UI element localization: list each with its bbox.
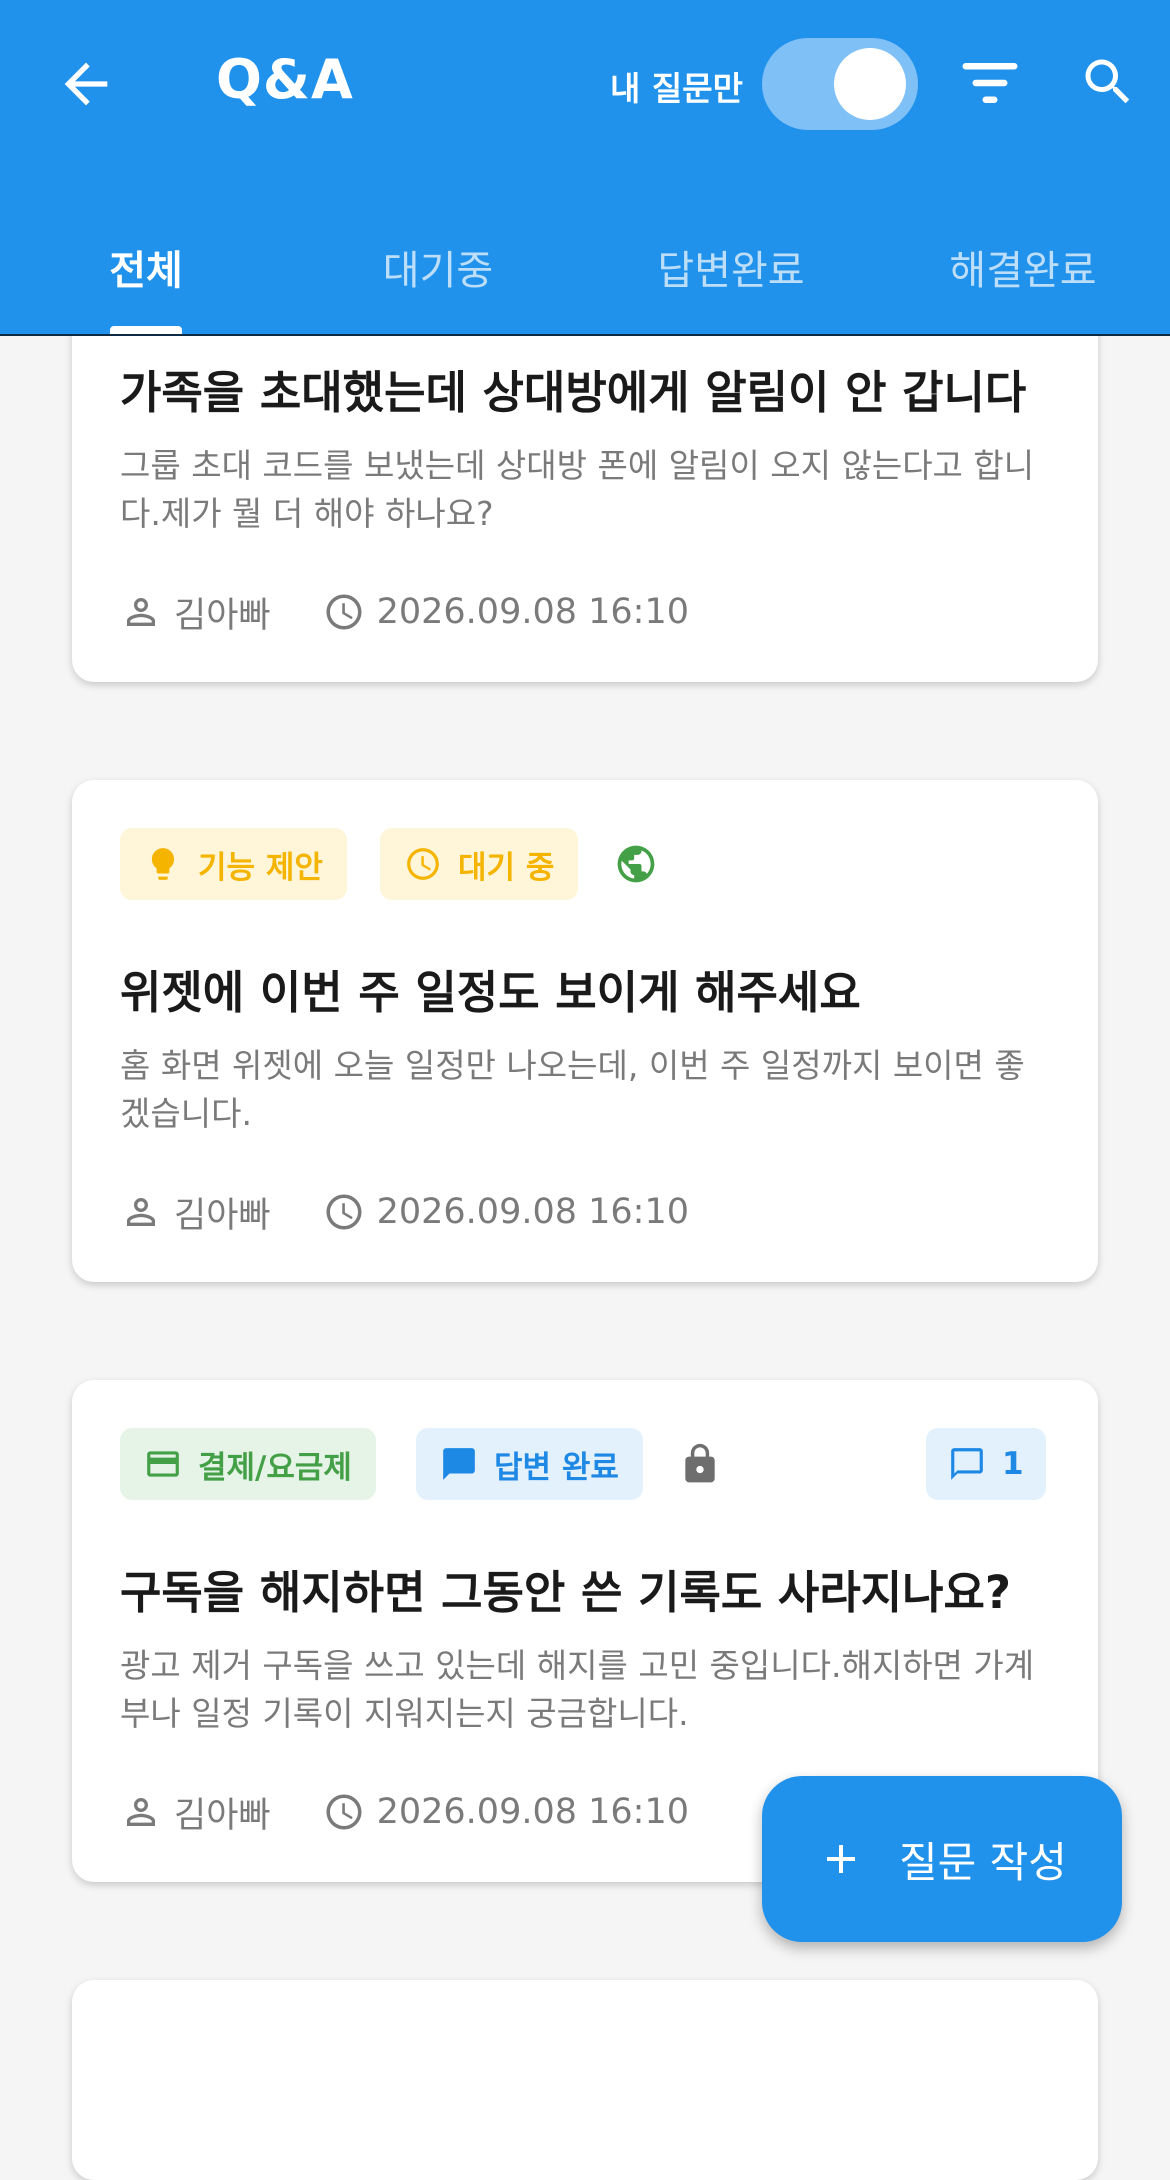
post-datetime: 2026.09.08 16:10	[376, 1192, 689, 1232]
my-questions-toggle[interactable]	[762, 38, 918, 130]
category-label: 기능 제안	[198, 849, 323, 886]
globe-icon	[617, 845, 655, 883]
question-meta: 김아빠 2026.09.08 16:10	[120, 588, 689, 636]
person-icon	[127, 598, 155, 626]
status-label: 답변 완료	[494, 1449, 619, 1486]
post-datetime: 2026.09.08 16:10	[376, 1792, 689, 1832]
question-title: 가족을 초대했는데 상대방에게 알림이 안 갑니다	[120, 366, 1027, 419]
tab-indicator	[110, 326, 182, 334]
author-name: 김아빠	[174, 1195, 271, 1236]
question-card[interactable]	[72, 1980, 1098, 2180]
question-card[interactable]: 기능 제안 대기 중 위젯에 이번 주 일정도 보이게 해주세요 홈 화면 위젯…	[72, 780, 1098, 1282]
clock-icon	[326, 1794, 362, 1830]
my-questions-label: 내 질문만	[610, 69, 743, 108]
question-meta: 김아빠 2026.09.08 16:10	[120, 1788, 689, 1836]
status-tabs: 전체 대기중 답변완료 해결완료	[0, 220, 1170, 334]
status-chip: 대기 중	[380, 828, 579, 900]
person-icon	[127, 1198, 155, 1226]
clock-icon	[326, 1194, 362, 1230]
status-chip: 답변 완료	[416, 1428, 643, 1500]
comment-count: 1	[1002, 1446, 1024, 1482]
category-label: 결제/요금제	[198, 1449, 352, 1486]
write-question-button[interactable]: 질문 작성	[762, 1776, 1122, 1942]
clock-icon	[407, 848, 439, 880]
plus-icon	[827, 1845, 856, 1873]
question-card[interactable]: 가족을 초대했는데 상대방에게 알림이 안 갑니다 그룹 초대 코드를 보냈는데…	[72, 300, 1098, 682]
toggle-knob	[834, 48, 906, 120]
back-arrow-icon[interactable]	[54, 52, 118, 116]
tab-all[interactable]: 전체	[0, 238, 292, 296]
comment-icon	[951, 1448, 983, 1480]
question-preview: 그룹 초대 코드를 보냈는데 상대방 폰에 알림이 오지 않는다고 합니다.제가…	[120, 446, 1035, 533]
question-title: 구독을 해지하면 그동안 쓴 기록도 사라지나요?	[120, 1566, 1012, 1619]
chat-bubble-icon	[443, 1448, 475, 1480]
search-icon[interactable]	[1078, 52, 1138, 112]
page-title: Q&A	[216, 48, 354, 111]
app-bar: Q&A 내 질문만 전체 대기중 답변완료 해결완료	[0, 0, 1170, 336]
comment-count-badge: 1	[926, 1428, 1046, 1500]
question-meta: 김아빠 2026.09.08 16:10	[120, 1188, 689, 1236]
filter-icon[interactable]	[960, 58, 1020, 108]
person-icon	[127, 1798, 155, 1826]
status-label: 대기 중	[458, 849, 555, 886]
credit-card-icon	[147, 1451, 179, 1477]
question-preview: 홈 화면 위젯에 오늘 일정만 나오는데, 이번 주 일정까지 보이면 좋겠습니…	[120, 1046, 1025, 1133]
lock-icon	[685, 1443, 715, 1483]
write-question-label: 질문 작성	[899, 1837, 1067, 1887]
tab-resolved[interactable]: 해결완료	[877, 238, 1169, 296]
clock-icon	[326, 594, 362, 630]
category-chip: 기능 제안	[120, 828, 347, 900]
category-chip: 결제/요금제	[120, 1428, 376, 1500]
question-preview: 광고 제거 구독을 쓰고 있는데 해지를 고민 중입니다.해지하면 가계부나 일…	[120, 1646, 1035, 1733]
tab-waiting[interactable]: 대기중	[292, 238, 584, 296]
author-name: 김아빠	[174, 1795, 271, 1836]
lightbulb-icon	[151, 848, 175, 880]
tab-answered[interactable]: 답변완료	[585, 238, 877, 296]
question-title: 위젯에 이번 주 일정도 보이게 해주세요	[120, 966, 861, 1019]
post-datetime: 2026.09.08 16:10	[376, 592, 689, 632]
author-name: 김아빠	[174, 595, 271, 636]
